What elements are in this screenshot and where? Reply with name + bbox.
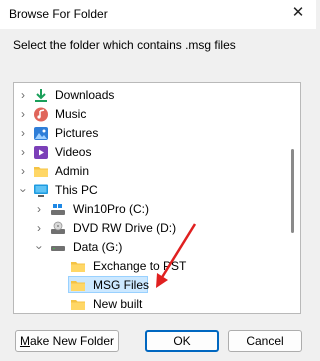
dialog-title: Browse For Folder	[9, 7, 108, 21]
cancel-button[interactable]: Cancel	[228, 330, 302, 352]
title-bar: Browse For Folder ✕	[0, 0, 316, 29]
make-new-folder-button[interactable]: Make New Folder	[15, 330, 119, 352]
folder-tree[interactable]: › Downloads › Music › Pictures › Videos …	[13, 82, 301, 314]
instruction-text: Select the folder which contains .msg fi…	[13, 38, 236, 52]
close-icon[interactable]: ✕	[288, 3, 308, 23]
annotation-arrow	[156, 223, 197, 288]
button-label: ake New Folder	[29, 334, 115, 348]
mnemonic-letter: M	[19, 334, 30, 348]
ok-button[interactable]: OK	[145, 330, 219, 352]
